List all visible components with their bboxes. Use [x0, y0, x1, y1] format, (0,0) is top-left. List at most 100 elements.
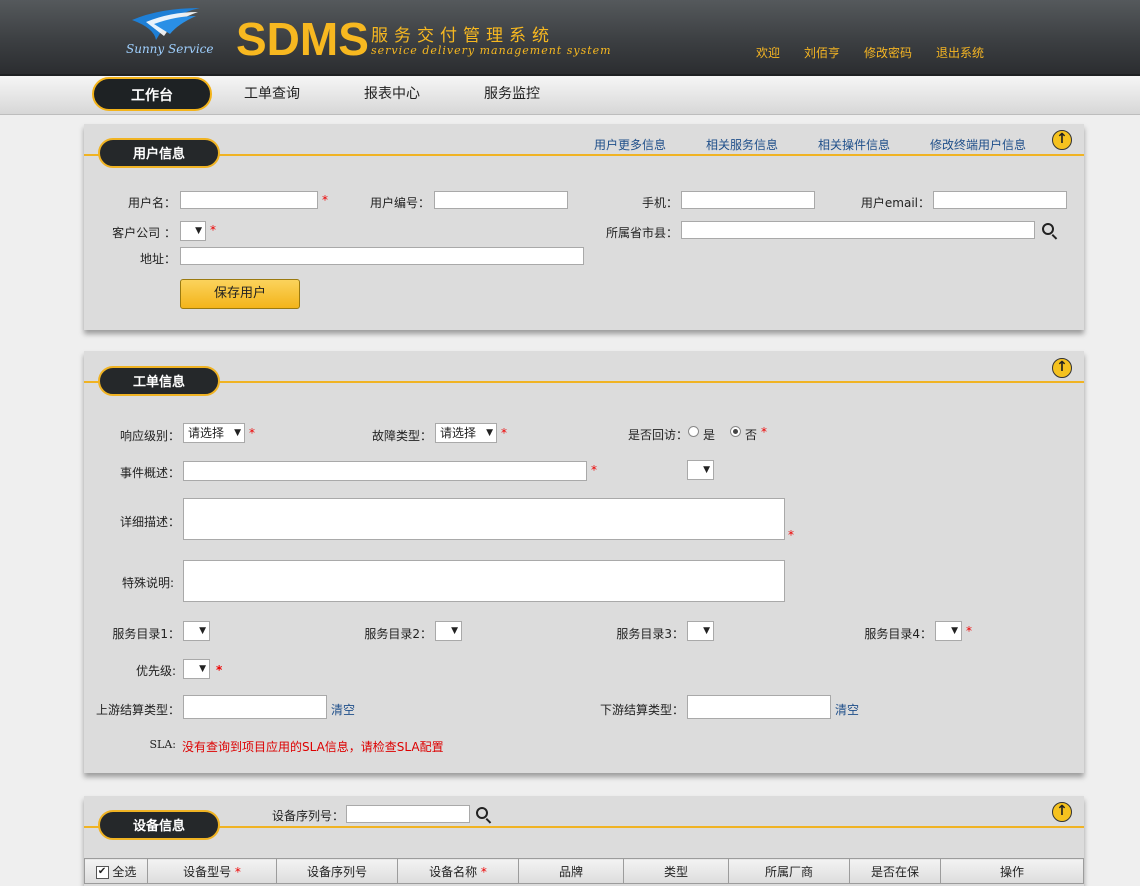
downstream-clear-link[interactable]: 清空 — [835, 701, 859, 718]
catalog2-select[interactable]: ▼ — [435, 621, 462, 641]
required-mark: * — [249, 426, 255, 440]
panel-divider — [84, 154, 1084, 156]
device-table: ✔ 全选 设备型号 * 设备序列号 设备名称 * 品牌 类型 所属厂商 是否在保… — [84, 858, 1084, 884]
chevron-down-icon: ▼ — [451, 626, 458, 636]
name-header-label: 设备名称 — [429, 864, 478, 879]
username-label: 用户名： — [127, 196, 176, 210]
phone-input[interactable] — [681, 191, 815, 209]
user-info-panel: 用户信息 用户更多信息 相关服务信息 相关操件信息 修改终端用户信息 ↑ 用户名… — [84, 124, 1084, 330]
app-subtitle-en: service delivery management system — [371, 44, 612, 57]
response-level-value: 请选择 — [188, 426, 225, 440]
tab-report-center[interactable]: 报表中心 — [352, 77, 432, 111]
detail-label: 详细描述： — [119, 515, 180, 529]
chevron-down-icon: ▼ — [703, 626, 710, 636]
save-user-button[interactable]: 保存用户 — [180, 279, 300, 309]
priority-select[interactable]: ▼ — [183, 659, 210, 679]
special-textarea[interactable] — [183, 560, 785, 602]
upstream-clear-link[interactable]: 清空 — [331, 701, 355, 718]
edit-end-user-link[interactable]: 修改终端用户信息 — [930, 136, 1026, 153]
related-service-link[interactable]: 相关服务信息 — [706, 136, 778, 153]
main-nav: 工作台 工单查询 报表中心 服务监控 — [0, 76, 1140, 115]
panel-divider — [84, 826, 1084, 828]
fault-type-value: 请选择 — [440, 426, 477, 440]
detail-textarea[interactable] — [183, 498, 785, 540]
revisit-yes-radio[interactable] — [688, 426, 699, 437]
welcome-text: 欢迎 — [756, 46, 781, 60]
table-header-warranty: 是否在保 — [849, 858, 941, 884]
catalog3-label: 服务目录3： — [616, 627, 684, 641]
arrow-up-circle-icon[interactable]: ↑ — [1052, 130, 1072, 150]
revisit-no-radio[interactable] — [730, 426, 741, 437]
catalog1-label: 服务目录1： — [112, 627, 180, 641]
user-more-info-link[interactable]: 用户更多信息 — [594, 136, 666, 153]
email-label: 用户email： — [860, 196, 930, 210]
panel-divider — [84, 381, 1084, 383]
table-header-type: 类型 — [623, 858, 729, 884]
upstream-label: 上游结算类型： — [95, 703, 180, 717]
ticket-info-title: 工单信息 — [98, 366, 220, 396]
app-header: Sunny Service SDMS 服务交付管理系统 service deli… — [0, 0, 1140, 76]
related-operation-link[interactable]: 相关操件信息 — [818, 136, 890, 153]
user-no-label: 用户编号： — [369, 196, 430, 210]
tab-ticket-query[interactable]: 工单查询 — [232, 77, 312, 111]
serial-search-label: 设备序列号： — [271, 809, 344, 823]
app-name: SDMS — [236, 13, 369, 65]
device-info-panel: 设备信息 设备序列号： ↑ ✔ 全选 设备型号 * 设备序列号 设备名称 * 品… — [84, 796, 1084, 886]
address-input[interactable] — [180, 247, 584, 265]
phone-label: 手机： — [641, 196, 678, 210]
required-mark: * — [788, 528, 794, 542]
response-level-select[interactable]: 请选择 ▼ — [183, 423, 245, 443]
table-header-brand: 品牌 — [518, 858, 624, 884]
catalog3-select[interactable]: ▼ — [687, 621, 714, 641]
table-header-serial: 设备序列号 — [276, 858, 398, 884]
logout-link[interactable]: 退出系统 — [936, 44, 984, 61]
revisit-yes-label: 是 — [703, 428, 716, 442]
sla-message: 没有查询到项目应用的SLA信息，请检查SLA配置 — [182, 740, 444, 754]
required-mark: * — [234, 864, 241, 879]
summary-template-select[interactable]: ▼ — [687, 460, 714, 480]
required-mark: * — [501, 426, 507, 440]
chevron-down-icon: ▼ — [195, 226, 202, 236]
table-header-model: 设备型号 * — [147, 858, 277, 884]
upstream-input[interactable] — [183, 695, 327, 719]
checkbox-checked-icon[interactable]: ✔ — [95, 865, 109, 879]
catalog4-select[interactable]: ▼ — [935, 621, 962, 641]
arrow-up-circle-icon[interactable]: ↑ — [1052, 358, 1072, 378]
search-icon[interactable] — [476, 807, 488, 819]
priority-label: 优先级: — [135, 664, 176, 678]
downstream-input[interactable] — [687, 695, 831, 719]
required-mark: * — [210, 223, 216, 237]
app-subtitle-cn: 服务交付管理系统 — [371, 26, 555, 46]
select-all-label: 全选 — [112, 864, 137, 879]
arrow-up-circle-icon[interactable]: ↑ — [1052, 802, 1072, 822]
summary-input[interactable] — [183, 461, 587, 481]
username-input[interactable] — [180, 191, 318, 209]
change-password-link[interactable]: 修改密码 — [864, 44, 912, 61]
summary-label: 事件概述： — [119, 466, 180, 480]
chevron-down-icon: ▼ — [486, 428, 493, 438]
tab-workbench[interactable]: 工作台 — [92, 77, 212, 111]
table-header-row: ✔ 全选 设备型号 * 设备序列号 设备名称 * 品牌 类型 所属厂商 是否在保… — [84, 858, 1084, 884]
email-input[interactable] — [933, 191, 1067, 209]
chevron-down-icon: ▼ — [199, 664, 206, 674]
serial-search-input[interactable] — [346, 805, 470, 823]
user-info-title: 用户信息 — [98, 138, 220, 168]
fault-type-label: 故障类型： — [371, 429, 432, 443]
region-label: 所属省市县： — [605, 226, 678, 240]
user-name-link[interactable]: 刘佰亨 — [804, 44, 840, 61]
required-mark: * — [216, 663, 223, 677]
fault-type-select[interactable]: 请选择 ▼ — [435, 423, 497, 443]
search-icon[interactable] — [1042, 223, 1054, 235]
special-label: 特殊说明: — [121, 576, 174, 590]
table-header-select-all[interactable]: ✔ 全选 — [84, 858, 148, 884]
ticket-info-panel: 工单信息 ↑ 响应级别： 请选择 ▼ * 故障类型： 请选择 ▼ * 是否回访： 是… — [84, 351, 1084, 773]
user-no-input[interactable] — [434, 191, 568, 209]
catalog4-label: 服务目录4： — [864, 627, 932, 641]
company-select[interactable]: ▼ — [180, 221, 206, 241]
downstream-label: 下游结算类型： — [599, 703, 684, 717]
region-input[interactable] — [681, 221, 1035, 239]
tab-service-monitor[interactable]: 服务监控 — [472, 77, 552, 111]
required-mark: * — [966, 624, 972, 638]
catalog1-select[interactable]: ▼ — [183, 621, 210, 641]
required-mark: * — [480, 864, 487, 879]
